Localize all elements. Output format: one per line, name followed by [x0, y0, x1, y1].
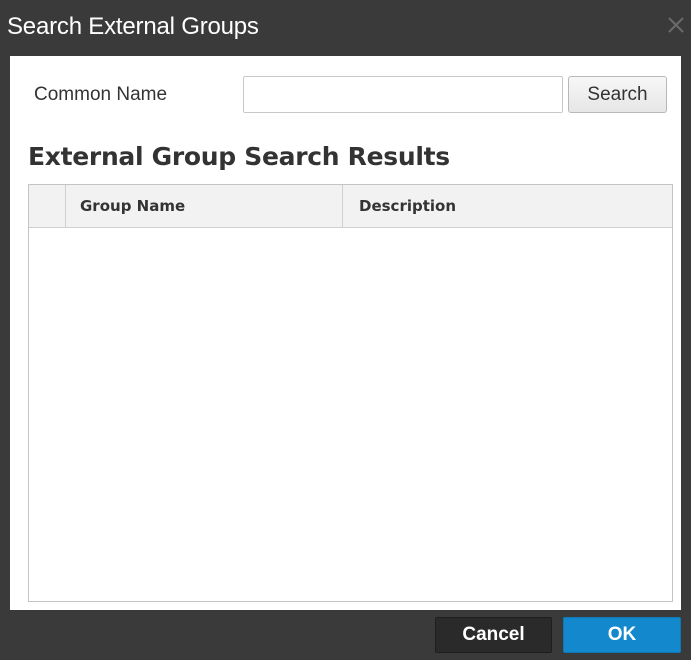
column-label: Description — [359, 197, 457, 215]
select-column-header[interactable] — [29, 185, 66, 227]
column-label: Group Name — [80, 197, 186, 215]
search-external-groups-dialog: Search External Groups Common Name Searc… — [0, 0, 691, 660]
results-title: External Group Search Results — [28, 142, 450, 171]
search-button[interactable]: Search — [568, 76, 667, 113]
dialog-title: Search External Groups — [7, 13, 259, 40]
dialog-titlebar: Search External Groups — [0, 0, 691, 56]
common-name-label: Common Name — [34, 84, 168, 105]
dialog-content: Common Name Search External Group Search… — [10, 56, 681, 610]
table-body — [29, 228, 672, 601]
cancel-button[interactable]: Cancel — [435, 617, 552, 653]
common-name-input[interactable] — [243, 76, 563, 113]
table-header: Group Name Description — [29, 185, 672, 228]
column-header-group-name[interactable]: Group Name — [66, 185, 343, 227]
results-table: Group Name Description — [28, 184, 673, 602]
close-icon[interactable] — [665, 14, 687, 36]
column-header-description[interactable]: Description — [343, 185, 672, 227]
ok-button[interactable]: OK — [563, 617, 681, 653]
